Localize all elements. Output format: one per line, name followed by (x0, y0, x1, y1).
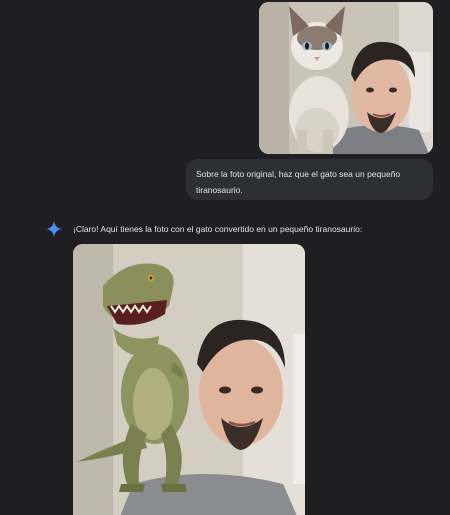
uploaded-photo[interactable] (259, 2, 433, 154)
chat-page: Sobre la foto original, haz que el gato … (0, 0, 450, 515)
user-message-bubble: Sobre la foto original, haz que el gato … (186, 159, 433, 200)
sparkle-icon (46, 221, 62, 237)
uploaded-photo-illustration (259, 2, 433, 154)
generated-photo-illustration (73, 244, 305, 515)
generated-photo[interactable] (73, 244, 305, 515)
assistant-message-text: ¡Claro! Aquí tienes la foto con el gato … (73, 224, 363, 234)
user-message-text: Sobre la foto original, haz que el gato … (196, 169, 401, 195)
